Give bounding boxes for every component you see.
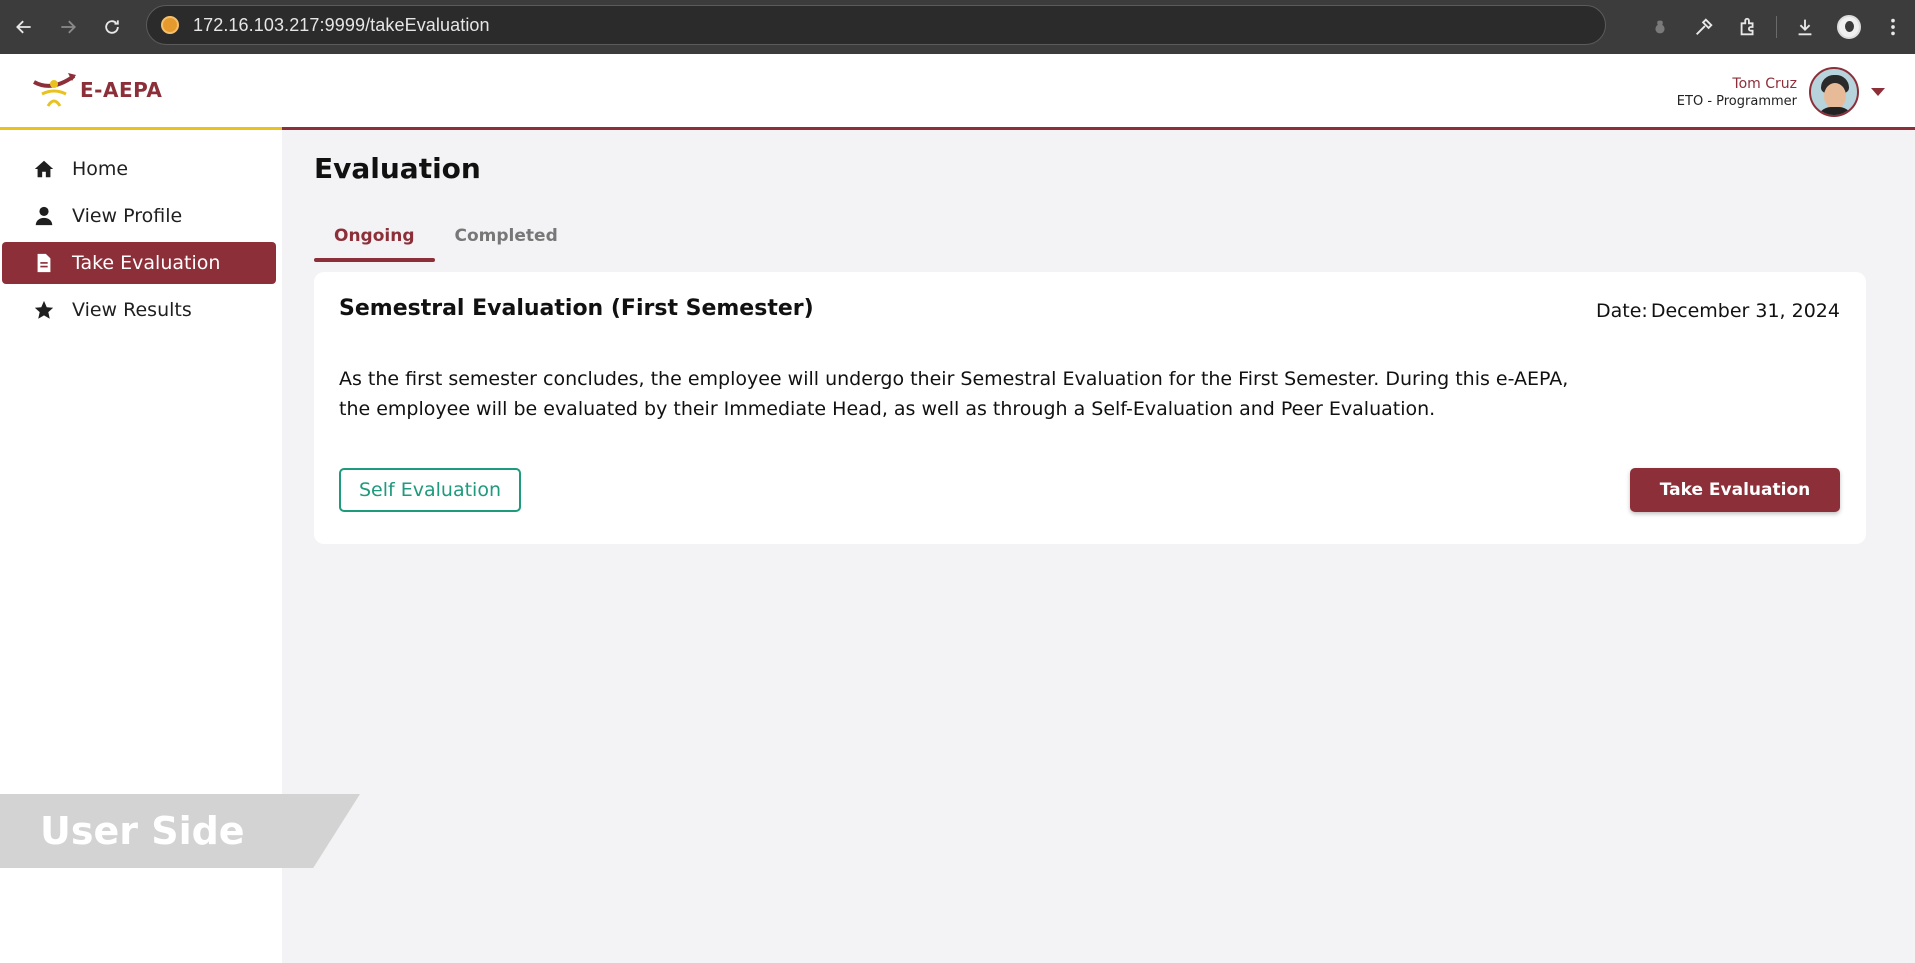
evaluation-card: Semestral Evaluation (First Semester) Da… xyxy=(314,272,1866,544)
evaluation-title: Semestral Evaluation (First Semester) xyxy=(339,296,814,321)
user-info: Tom Cruz ETO - Programmer xyxy=(1677,76,1797,109)
take-evaluation-button[interactable]: Take Evaluation xyxy=(1630,468,1840,512)
user-menu[interactable]: Tom Cruz ETO - Programmer xyxy=(1677,64,1885,120)
eyedropper-icon[interactable] xyxy=(1682,5,1726,49)
sidebar-item-take-evaluation[interactable]: Take Evaluation xyxy=(2,242,276,284)
browser-profile-button[interactable] xyxy=(1827,5,1871,49)
app-logo[interactable]: E-AEPA xyxy=(32,70,162,110)
incognito-indicator-icon[interactable] xyxy=(1638,5,1682,49)
date-value: December 31, 2024 xyxy=(1650,300,1840,322)
user-side-banner: User Side xyxy=(0,794,360,868)
tab-ongoing[interactable]: Ongoing xyxy=(314,212,435,262)
star-icon xyxy=(32,298,56,322)
tab-bar: Ongoing Completed xyxy=(314,212,578,262)
chevron-down-icon[interactable] xyxy=(1871,88,1885,96)
sidebar-item-view-results[interactable]: View Results xyxy=(2,289,276,331)
user-icon xyxy=(32,204,56,228)
app-header xyxy=(0,54,1915,130)
site-info-icon[interactable] xyxy=(161,16,179,34)
main-content: Evaluation Ongoing Completed Semestral E… xyxy=(282,130,1915,963)
self-evaluation-button[interactable]: Self Evaluation xyxy=(339,468,521,512)
document-icon xyxy=(32,251,56,275)
evaluation-description: As the first semester concludes, the emp… xyxy=(339,368,1569,420)
extensions-icon[interactable] xyxy=(1726,5,1770,49)
reload-icon xyxy=(105,20,119,34)
user-side-label: User Side xyxy=(40,809,245,853)
browser-menu-icon[interactable] xyxy=(1871,5,1915,49)
profile-avatar-icon xyxy=(1837,15,1861,39)
home-icon xyxy=(32,157,56,181)
sidebar-item-home[interactable]: Home xyxy=(2,148,276,190)
logo-text: E-AEPA xyxy=(80,78,163,102)
url-text[interactable]: 172.16.103.217:9999/takeEvaluation xyxy=(193,15,490,36)
browser-toolbar: 172.16.103.217:9999/takeEvaluation xyxy=(0,0,1915,54)
logo-figure-icon xyxy=(33,73,76,107)
sidebar-item-label: Home xyxy=(72,158,129,180)
user-role: ETO - Programmer xyxy=(1676,93,1797,109)
page-title: Evaluation xyxy=(314,152,481,185)
user-name: Tom Cruz xyxy=(1732,75,1797,92)
sidebar-item-label: Take Evaluation xyxy=(72,252,221,274)
arrow-right-icon xyxy=(61,20,76,34)
sidebar-item-label: View Profile xyxy=(72,205,183,227)
address-bar[interactable]: 172.16.103.217:9999/takeEvaluation xyxy=(146,5,1606,45)
reload-button[interactable] xyxy=(90,5,134,49)
tab-completed[interactable]: Completed xyxy=(435,212,578,260)
date-label: Date: xyxy=(1596,300,1648,322)
toolbar-separator xyxy=(1776,16,1777,38)
forward-button[interactable] xyxy=(46,5,90,49)
avatar[interactable] xyxy=(1809,67,1859,117)
browser-actions xyxy=(1638,0,1915,54)
back-button[interactable] xyxy=(2,5,46,49)
sidebar-item-label: View Results xyxy=(72,299,192,321)
sidebar-item-view-profile[interactable]: View Profile xyxy=(2,195,276,237)
download-icon[interactable] xyxy=(1783,5,1827,49)
arrow-left-icon xyxy=(16,20,31,34)
